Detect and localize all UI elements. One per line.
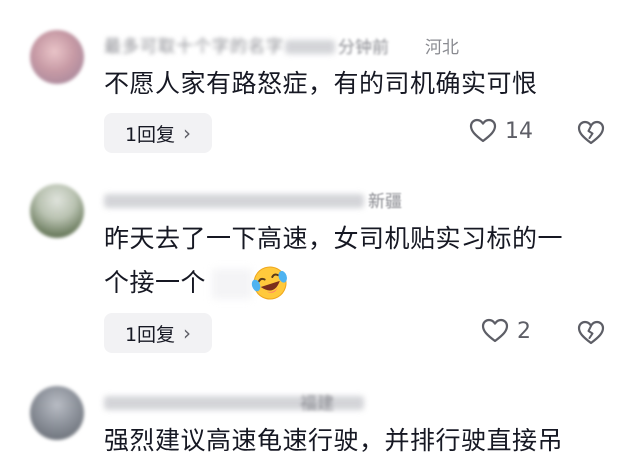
comment-item: 新疆 昨天去了一下高速，女司机贴实习标的一 个接一个 1回复 › 2: [0, 170, 640, 370]
avatar[interactable]: [30, 184, 84, 238]
avatar[interactable]: [30, 30, 84, 84]
chevron-right-icon: ›: [183, 121, 192, 145]
comment-time-blurred: [285, 40, 335, 54]
like-button[interactable]: 14: [469, 118, 533, 144]
reply-button[interactable]: 1回复 ›: [104, 313, 212, 353]
comment-username[interactable]: 最多可取十个字的名字: [104, 32, 284, 57]
comment-text: 不愿人家有路怒症，有的司机确实可恨: [104, 69, 538, 98]
comment-text-line2: 个接一个: [104, 268, 207, 297]
comment-location: 福建: [300, 394, 334, 414]
like-count: 14: [505, 118, 533, 144]
like-count: 2: [517, 318, 531, 344]
reply-label: 1回复: [124, 123, 176, 146]
comment-item: 最多可取十个字的名字 分钟前 河北 不愿人家有路怒症，有的司机确实可恨 1回复 …: [0, 0, 640, 170]
comment-location: 河北: [425, 38, 459, 58]
comment-time: 分钟前: [338, 38, 389, 58]
reply-button[interactable]: 1回复 ›: [104, 113, 212, 153]
avatar[interactable]: [30, 386, 84, 440]
comment-text-line1: 昨天去了一下高速，女司机贴实习标的一: [104, 224, 564, 253]
comment-location: 新疆: [368, 192, 402, 212]
heart-outline-icon: [469, 118, 497, 143]
broken-heart-icon[interactable]: [577, 120, 605, 146]
comment-text: 强烈建议高速龟速行驶，并排行驶直接吊: [104, 426, 564, 455]
chevron-right-icon: ›: [183, 321, 192, 345]
laughing-tears-emoji: [251, 266, 287, 300]
broken-heart-icon[interactable]: [577, 320, 605, 346]
blurred-region: [212, 269, 252, 299]
like-button[interactable]: 2: [481, 318, 531, 344]
comment-item: 福建 强烈建议高速龟速行驶，并排行驶直接吊: [0, 370, 640, 462]
comment-username-blurred: [104, 194, 364, 208]
heart-outline-icon: [481, 318, 509, 343]
comment-list: 最多可取十个字的名字 分钟前 河北 不愿人家有路怒症，有的司机确实可恨 1回复 …: [0, 0, 640, 462]
reply-label: 1回复: [124, 323, 176, 346]
